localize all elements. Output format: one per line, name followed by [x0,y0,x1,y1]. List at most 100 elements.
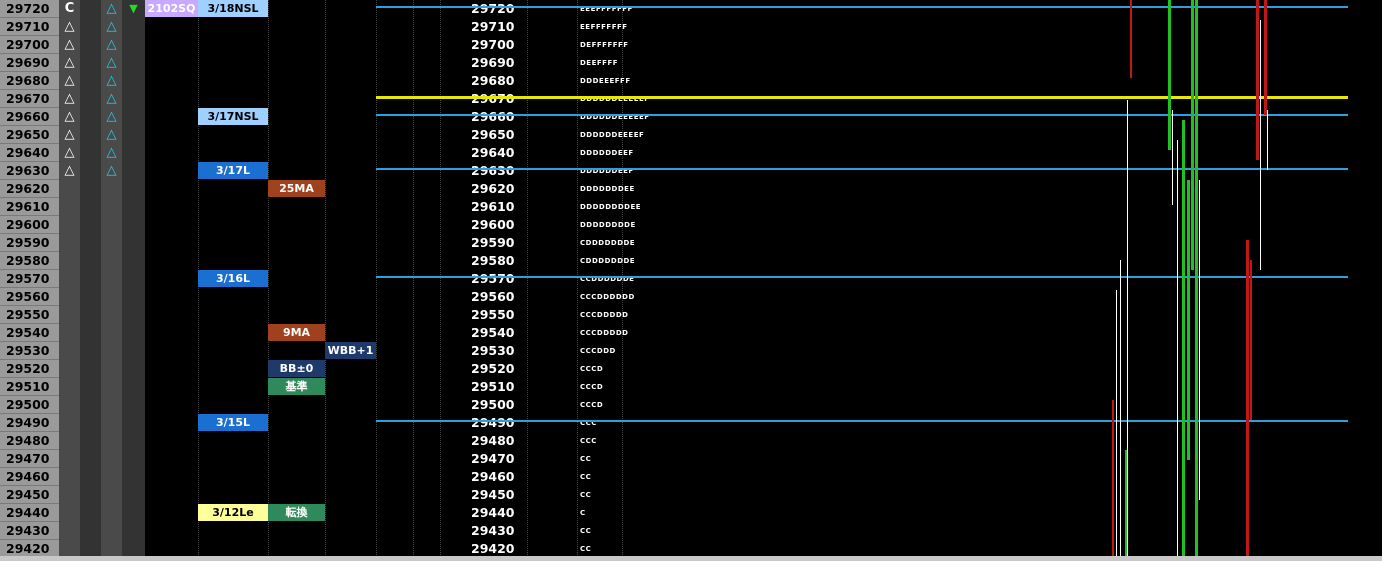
indicator-cell[interactable] [80,162,101,180]
indicator-cell[interactable] [122,306,145,324]
indicator-cell[interactable] [59,378,80,396]
indicator-cell[interactable] [122,90,145,108]
price-cell[interactable]: 29510 [0,378,59,396]
indicator-cell[interactable] [80,468,101,486]
indicator-cell[interactable] [122,360,145,378]
indicator-cell[interactable] [122,396,145,414]
indicator-cell[interactable] [80,414,101,432]
indicator-cell[interactable] [122,270,145,288]
indicator-cell[interactable] [101,360,122,378]
indicator-cell[interactable] [122,144,145,162]
indicator-cell[interactable] [101,252,122,270]
level-label[interactable]: 3/12Le [198,504,268,521]
price-cell[interactable]: 29620 [0,180,59,198]
indicator-cell[interactable]: △ [101,18,122,36]
indicator-cell[interactable]: C [59,0,80,18]
indicator-cell[interactable]: △ [59,54,80,72]
indicator-cell[interactable]: △ [59,90,80,108]
indicator-cell[interactable] [59,234,80,252]
indicator-cell[interactable]: △ [101,54,122,72]
level-label[interactable]: 3/16L [198,270,268,287]
price-cell[interactable]: 29630 [0,162,59,180]
indicator-cell[interactable] [122,162,145,180]
indicator-cell[interactable]: △ [59,162,80,180]
price-cell[interactable]: 29690 [0,54,59,72]
indicator-cell[interactable] [80,306,101,324]
price-cell[interactable]: 29560 [0,288,59,306]
indicator-cell[interactable] [101,324,122,342]
indicator-cell[interactable] [80,324,101,342]
indicator-cell[interactable] [101,522,122,540]
level-label[interactable]: 25MA [268,180,325,197]
indicator-cell[interactable] [101,306,122,324]
indicator-cell[interactable]: ▼ [122,0,145,18]
indicator-cell[interactable] [122,378,145,396]
price-cell[interactable]: 29500 [0,396,59,414]
indicator-cell[interactable] [122,72,145,90]
indicator-cell[interactable]: △ [101,36,122,54]
indicator-cell[interactable] [59,414,80,432]
indicator-cell[interactable] [101,234,122,252]
indicator-cell[interactable] [59,504,80,522]
indicator-cell[interactable]: △ [101,144,122,162]
level-label[interactable]: 3/17NSL [198,108,268,125]
indicator-cell[interactable] [122,288,145,306]
indicator-cell[interactable] [122,522,145,540]
indicator-cell[interactable] [101,342,122,360]
level-label[interactable]: 2102SQ [145,0,198,17]
indicator-cell[interactable] [122,432,145,450]
indicator-cell[interactable]: △ [101,108,122,126]
indicator-cell[interactable] [122,216,145,234]
indicator-cell[interactable] [101,414,122,432]
indicator-cell[interactable] [122,414,145,432]
level-label[interactable]: WBB+1 [325,342,376,359]
indicator-cell[interactable] [122,342,145,360]
price-cell[interactable]: 29440 [0,504,59,522]
price-cell[interactable]: 29530 [0,342,59,360]
indicator-cell[interactable] [80,54,101,72]
indicator-cell[interactable] [101,486,122,504]
indicator-cell[interactable] [80,108,101,126]
indicator-cell[interactable] [80,0,101,18]
price-cell[interactable]: 29580 [0,252,59,270]
indicator-cell[interactable] [122,180,145,198]
price-cell[interactable]: 29650 [0,126,59,144]
indicator-cell[interactable] [101,198,122,216]
indicator-cell[interactable]: △ [101,162,122,180]
price-cell[interactable]: 29670 [0,90,59,108]
price-cell[interactable]: 29480 [0,432,59,450]
price-cell[interactable]: 29610 [0,198,59,216]
level-label[interactable]: 3/15L [198,414,268,431]
price-cell[interactable]: 29640 [0,144,59,162]
price-cell[interactable]: 29460 [0,468,59,486]
indicator-cell[interactable] [59,432,80,450]
price-cell[interactable]: 29450 [0,486,59,504]
indicator-cell[interactable] [80,342,101,360]
indicator-cell[interactable] [80,144,101,162]
indicator-cell[interactable] [101,378,122,396]
indicator-cell[interactable] [122,324,145,342]
indicator-cell[interactable] [59,396,80,414]
indicator-cell[interactable]: △ [101,126,122,144]
level-label[interactable]: BB±0 [268,360,325,377]
price-cell[interactable]: 29470 [0,450,59,468]
indicator-cell[interactable] [59,216,80,234]
indicator-cell[interactable] [80,396,101,414]
indicator-cell[interactable] [80,216,101,234]
indicator-cell[interactable] [80,36,101,54]
indicator-cell[interactable] [122,126,145,144]
indicator-cell[interactable] [101,216,122,234]
level-label[interactable]: 3/17L [198,162,268,179]
level-label[interactable]: 基準 [268,378,325,395]
price-cell[interactable]: 29430 [0,522,59,540]
indicator-cell[interactable] [122,252,145,270]
level-label[interactable]: 3/18NSL [198,0,268,17]
level-label[interactable]: 転換 [268,504,325,521]
indicator-cell[interactable] [101,288,122,306]
indicator-cell[interactable]: △ [101,72,122,90]
indicator-cell[interactable] [80,432,101,450]
price-cell[interactable]: 29710 [0,18,59,36]
indicator-cell[interactable] [80,504,101,522]
indicator-cell[interactable] [59,468,80,486]
indicator-cell[interactable] [101,180,122,198]
